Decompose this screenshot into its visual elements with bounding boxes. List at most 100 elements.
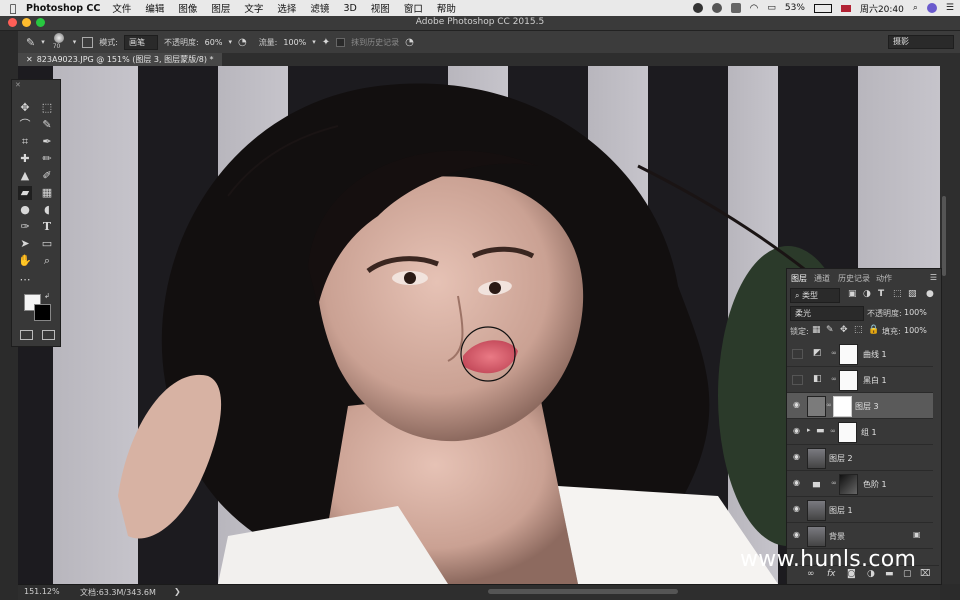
visibility-toggle-off[interactable] <box>792 375 803 385</box>
tab-actions[interactable]: 动作 <box>876 273 892 284</box>
background-color-swatch[interactable] <box>34 304 51 321</box>
layer-name[interactable]: 黑白 1 <box>863 375 887 386</box>
filter-shape-icon[interactable]: ⬚ <box>893 289 902 299</box>
lasso-tool-icon[interactable]: ⌒ <box>18 118 32 132</box>
clipboard-icon[interactable] <box>730 3 741 13</box>
chevron-down-icon[interactable]: ▾ <box>41 38 45 46</box>
filter-smart-object-icon[interactable]: ▧ <box>908 289 917 299</box>
layer-row-group1[interactable]: ◉ ▸ ▬ ∞ 组 1 <box>787 419 933 445</box>
lock-all-icon[interactable]: 🔒 <box>868 325 879 335</box>
tab-channels[interactable]: 通道 <box>814 273 830 284</box>
zoom-level[interactable]: 151.12% <box>24 587 60 596</box>
airplay-icon[interactable]: ▭ <box>767 3 776 13</box>
wechat-icon[interactable] <box>711 3 722 13</box>
clone-stamp-tool-icon[interactable]: ▲ <box>18 169 32 183</box>
chevron-down-icon[interactable]: ▾ <box>228 38 232 46</box>
layer-row-bw[interactable]: ◧ ∞ 黑白 1 <box>787 367 933 393</box>
swap-colors-icon[interactable]: ↲ <box>44 292 50 300</box>
pressure-size-icon[interactable]: ◔ <box>405 37 414 48</box>
fill-value[interactable]: 100% <box>904 326 927 335</box>
layer-mask-thumbnail[interactable] <box>839 474 858 495</box>
healing-brush-tool-icon[interactable]: ✚ <box>18 152 32 166</box>
layer-mask-thumbnail[interactable] <box>833 396 852 417</box>
layer-mask-thumbnail[interactable] <box>839 370 858 391</box>
move-tool-icon[interactable]: ✥ <box>18 101 32 115</box>
filter-adjustment-icon[interactable]: ◑ <box>863 289 871 299</box>
marquee-tool-icon[interactable]: ⬚ <box>40 101 54 115</box>
panel-menu-icon[interactable]: ☰ <box>930 273 937 282</box>
layer-thumbnail[interactable] <box>807 396 826 417</box>
menu-image[interactable]: 图像 <box>178 1 197 15</box>
screen-mode-icon[interactable] <box>42 330 55 340</box>
app-menu[interactable]: Photoshop CC <box>26 3 100 14</box>
menu-window[interactable]: 窗口 <box>404 1 423 15</box>
lock-pixels-icon[interactable]: ✎ <box>826 325 834 335</box>
brush-panel-toggle-icon[interactable] <box>82 36 94 48</box>
menu-select[interactable]: 选择 <box>277 1 296 15</box>
layer-thumbnail[interactable] <box>807 500 826 521</box>
crop-tool-icon[interactable]: ⌗ <box>18 135 32 149</box>
wifi-icon[interactable]: ◠ <box>750 3 759 14</box>
menu-filter[interactable]: 滤镜 <box>310 1 329 15</box>
layer-row-background[interactable]: ◉ 背景 ▣ <box>787 523 933 549</box>
layer-thumbnail[interactable] <box>807 448 826 469</box>
delete-layer-icon[interactable]: ⌧ <box>920 569 930 579</box>
status-arrow-icon[interactable]: ❯ <box>174 587 181 596</box>
layer-name[interactable]: 色阶 1 <box>863 479 887 490</box>
eyedropper-tool-icon[interactable]: ✒ <box>40 135 54 149</box>
layer-name[interactable]: 图层 1 <box>829 505 853 516</box>
eraser-tool-preset-icon[interactable]: ✎ <box>26 36 35 49</box>
menu-layer[interactable]: 图层 <box>211 1 230 15</box>
camera-icon[interactable] <box>692 3 703 13</box>
notification-center-icon[interactable]: ☰ <box>946 3 954 13</box>
gradient-tool-icon[interactable]: ▦ <box>40 186 54 200</box>
menu-edit[interactable]: 编辑 <box>145 1 164 15</box>
brush-tool-icon[interactable]: ✏ <box>40 152 54 166</box>
battery-icon[interactable] <box>813 3 832 13</box>
quick-select-tool-icon[interactable]: ✎ <box>40 118 54 132</box>
layer-row-layer1[interactable]: ◉ 图层 1 <box>787 497 933 523</box>
eye-icon[interactable]: ◉ <box>793 531 802 539</box>
lock-transparent-icon[interactable]: ▦ <box>812 325 821 335</box>
menu-3d[interactable]: 3D <box>343 3 356 14</box>
layer-name[interactable]: 曲线 1 <box>863 349 887 360</box>
shape-tool-icon[interactable]: ▭ <box>40 237 54 251</box>
workspace-switcher[interactable]: 摄影 <box>888 35 954 49</box>
menu-type[interactable]: 文字 <box>244 1 263 15</box>
pen-tool-icon[interactable]: ✑ <box>18 220 32 234</box>
layer-row-layer3[interactable]: ◉ ∞ 图层 3 <box>787 393 933 419</box>
eye-icon[interactable]: ◉ <box>793 505 802 513</box>
eraser-tool-icon[interactable]: ▰ <box>18 186 32 200</box>
menu-help[interactable]: 帮助 <box>437 1 456 15</box>
eye-icon[interactable]: ◉ <box>793 427 802 435</box>
filter-toggle-icon[interactable]: ● <box>926 289 934 299</box>
visibility-toggle-off[interactable] <box>792 349 803 359</box>
layer-thumbnail[interactable] <box>807 526 826 547</box>
chevron-down-icon[interactable]: ▾ <box>73 38 77 46</box>
document-size[interactable]: 文档:63.3M/343.6M <box>80 587 156 598</box>
eye-icon[interactable]: ◉ <box>793 453 802 461</box>
type-tool-icon[interactable]: T <box>40 220 54 234</box>
flow-value[interactable]: 100% <box>283 38 306 47</box>
layer-name[interactable]: 图层 2 <box>829 453 853 464</box>
layer-filter-type[interactable]: ⌕ 类型 <box>790 288 840 303</box>
expand-chevron-icon[interactable]: ▸ <box>807 426 811 434</box>
history-brush-tool-icon[interactable]: ✐ <box>40 169 54 183</box>
layer-opacity-value[interactable]: 100% <box>904 308 927 317</box>
layer-name[interactable]: 背景 <box>829 531 845 542</box>
brush-preset-picker[interactable]: 70 <box>51 33 67 51</box>
blur-tool-icon[interactable]: ● <box>18 203 32 217</box>
more-tools-icon[interactable]: ⋯ <box>18 273 32 287</box>
dodge-tool-icon[interactable]: ◖ <box>40 203 54 217</box>
mode-select[interactable]: 画笔 <box>123 34 158 50</box>
tools-panel-grip[interactable]: ✕ <box>15 81 21 89</box>
document-tab[interactable]: ✕ 823A9023.JPG @ 151% (图层 3, 图层蒙版/8) * <box>18 53 222 66</box>
layer-row-levels[interactable]: ◉ ▄ ∞ 色阶 1 <box>787 471 933 497</box>
layer-row-layer2[interactable]: ◉ 图层 2 <box>787 445 933 471</box>
close-tab-icon[interactable]: ✕ <box>26 55 33 64</box>
tab-history[interactable]: 历史记录 <box>838 273 870 284</box>
chevron-down-icon[interactable]: ▾ <box>312 38 316 46</box>
layer-mask-thumbnail[interactable] <box>838 422 857 443</box>
filter-type-icon[interactable]: T <box>878 289 884 299</box>
lock-artboard-icon[interactable]: ⬚ <box>854 325 863 335</box>
